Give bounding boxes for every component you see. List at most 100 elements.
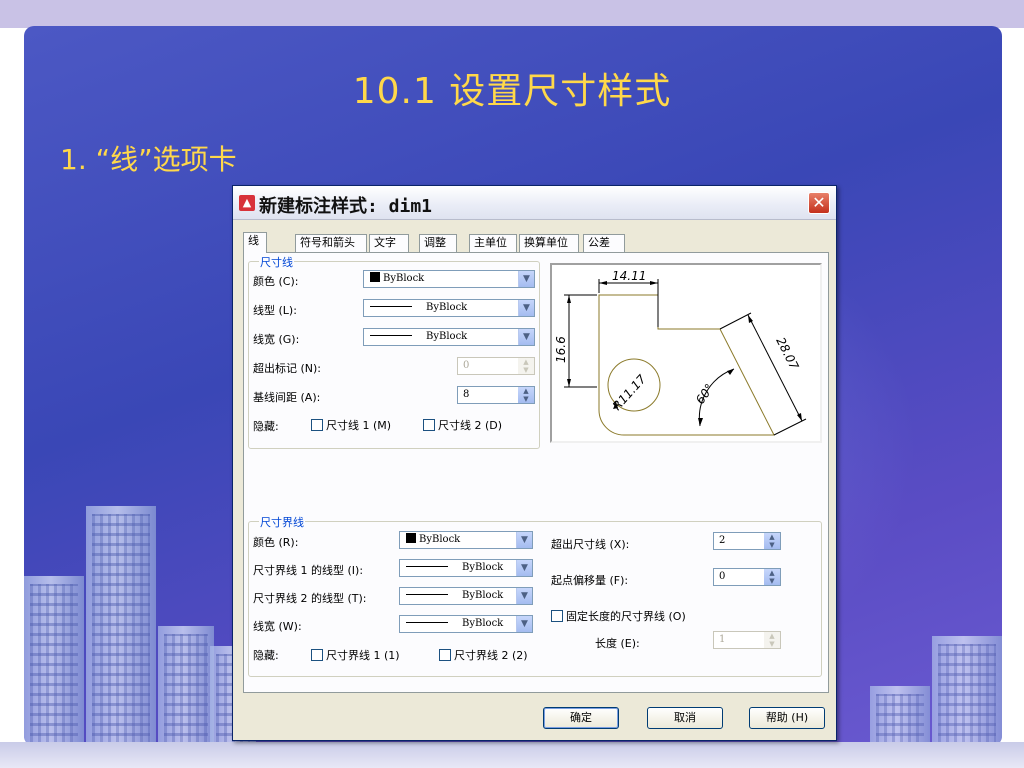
fixed-length-spinner: 1 ▲ ▼: [713, 631, 781, 649]
dim-color-value: ByBlock: [383, 273, 425, 284]
footer-strip: [0, 742, 1024, 768]
line-sample-icon: [406, 594, 448, 595]
fixed-length-checkbox[interactable]: 固定长度的尺寸界线 (O): [551, 608, 686, 624]
preview-dim-angle: 60°: [693, 381, 717, 406]
slide-title: 10.1 设置尺寸样式: [352, 71, 672, 112]
ext-linetype1-value: ByBlock: [462, 562, 504, 573]
ext-lines-group-label: 尺寸界线: [259, 514, 305, 530]
line-sample-icon: [406, 622, 448, 623]
chevron-down-icon[interactable]: ▼: [516, 532, 532, 548]
suppress-dim-line-1-checkbox[interactable]: 尺寸线 1 (M): [311, 417, 391, 433]
extend-ticks-label: 超出标记 (N):: [253, 362, 322, 375]
baseline-spacing-value: 8: [463, 389, 470, 400]
suppress-ext-line-2-label: 尺寸界线 2 (2): [454, 649, 528, 662]
preview-dim-radius: R11.17: [610, 372, 649, 413]
dim-linetype-value: ByBlock: [426, 302, 468, 313]
ext-linetype1-label: 尺寸界线 1 的线型 (I):: [253, 564, 364, 577]
checkbox-icon: [551, 610, 563, 622]
ext-suppress-label: 隐藏:: [253, 649, 279, 662]
preview-outline: [598, 294, 775, 436]
building-decoration: [932, 636, 1002, 746]
baseline-spacing-label: 基线间距 (A):: [253, 391, 321, 404]
fixed-length-value-label: 长度 (E):: [595, 637, 640, 650]
origin-offset-spinner[interactable]: 0 ▲ ▼: [713, 568, 781, 586]
origin-offset-value: 0: [719, 571, 726, 582]
color-swatch-icon: [370, 272, 380, 282]
extend-beyond-spinner[interactable]: 2 ▲ ▼: [713, 532, 781, 550]
fixed-length-label: 固定长度的尺寸界线 (O): [566, 610, 686, 623]
close-button[interactable]: ✕: [808, 192, 830, 214]
dim-linetype-label: 线型 (L):: [253, 304, 297, 317]
checkbox-icon: [439, 649, 451, 661]
slide-subtitle: 1. “线”选项卡: [60, 143, 237, 176]
ok-button[interactable]: 确定: [543, 707, 619, 729]
dim-color-select[interactable]: ByBlock ▼: [363, 270, 535, 288]
ext-lineweight-select[interactable]: ByBlock ▼: [399, 615, 533, 633]
dim-lineweight-value: ByBlock: [426, 331, 468, 342]
new-dimension-style-dialog: ▲ 新建标注样式: dim1 ✕ 线 符号和箭头 文字 调整 主单位 换算单位 …: [232, 185, 837, 741]
ext-linetype1-select[interactable]: ByBlock ▼: [399, 559, 533, 577]
ext-linetype2-value: ByBlock: [462, 590, 504, 601]
suppress-dim-line-2-checkbox[interactable]: 尺寸线 2 (D): [423, 417, 502, 433]
tab-fit[interactable]: 调整: [419, 234, 457, 252]
dim-lineweight-label: 线宽 (G):: [253, 333, 300, 346]
ext-color-select[interactable]: ByBlock ▼: [399, 531, 533, 549]
chevron-down-icon[interactable]: ▼: [516, 560, 532, 576]
tab-symbols-arrows[interactable]: 符号和箭头: [295, 234, 367, 252]
suppress-ext-line-2-checkbox[interactable]: 尺寸界线 2 (2): [439, 647, 528, 663]
color-swatch-icon: [406, 533, 416, 543]
ext-color-value: ByBlock: [419, 534, 461, 545]
checkbox-icon: [311, 649, 323, 661]
extend-ticks-value: 0: [463, 360, 470, 371]
dim-linetype-select[interactable]: ByBlock ▼: [363, 299, 535, 317]
spinner-arrows-icon[interactable]: ▲ ▼: [764, 569, 780, 585]
preview-drawing: 14.11 16.6 28.07 R11.17 60°: [554, 269, 807, 436]
extend-beyond-value: 2: [719, 535, 726, 546]
line-sample-icon: [406, 566, 448, 567]
checkbox-icon: [311, 419, 323, 431]
chevron-down-icon[interactable]: ▼: [518, 300, 534, 316]
chevron-down-icon[interactable]: ▼: [518, 271, 534, 287]
building-decoration: [24, 576, 84, 746]
fixed-length-value: 1: [719, 634, 726, 645]
ext-lineweight-value: ByBlock: [462, 618, 504, 629]
chevron-down-icon[interactable]: ▼: [518, 329, 534, 345]
chevron-down-icon[interactable]: ▼: [516, 588, 532, 604]
tab-lines[interactable]: 线: [243, 232, 267, 253]
cancel-button[interactable]: 取消: [647, 707, 723, 729]
suppress-ext-line-1-checkbox[interactable]: 尺寸界线 1 (1): [311, 647, 400, 663]
dim-lines-group-label: 尺寸线: [259, 254, 294, 270]
extend-beyond-label: 超出尺寸线 (X):: [551, 538, 630, 551]
chevron-down-icon[interactable]: ▼: [516, 616, 532, 632]
spinner-arrows-icon[interactable]: ▲ ▼: [764, 533, 780, 549]
tab-alternate-units[interactable]: 换算单位: [519, 234, 579, 252]
dialog-titlebar[interactable]: ▲ 新建标注样式: dim1 ✕: [233, 186, 836, 220]
spinner-arrows-icon: ▲ ▼: [518, 358, 534, 374]
ext-linetype2-label: 尺寸界线 2 的线型 (T):: [253, 592, 367, 605]
line-sample-icon: [370, 335, 412, 336]
checkbox-icon: [423, 419, 435, 431]
preview-dim-left: 16.6: [554, 336, 568, 363]
dim-lineweight-select[interactable]: ByBlock ▼: [363, 328, 535, 346]
ext-lineweight-label: 线宽 (W):: [253, 620, 302, 633]
extend-ticks-spinner: 0 ▲ ▼: [457, 357, 535, 375]
building-decoration: [86, 506, 156, 746]
suppress-dim-line-2-label: 尺寸线 2 (D): [438, 419, 503, 432]
spinner-arrows-icon[interactable]: ▲ ▼: [518, 387, 534, 403]
tab-tolerances[interactable]: 公差: [583, 234, 625, 252]
tab-text[interactable]: 文字: [369, 234, 409, 252]
lines-tab-panel: 尺寸线 颜色 (C): ByBlock ▼ 线型 (L): ByBlock ▼ …: [243, 252, 829, 693]
baseline-spacing-spinner[interactable]: 8 ▲ ▼: [457, 386, 535, 404]
building-decoration: [870, 686, 930, 746]
preview-dim-right: 28.07: [773, 335, 801, 372]
dim-suppress-label: 隐藏:: [253, 420, 279, 433]
help-button[interactable]: 帮助 (H): [749, 707, 825, 729]
building-decoration: [158, 626, 214, 746]
dim-lines-group: 尺寸线 颜色 (C): ByBlock ▼ 线型 (L): ByBlock ▼ …: [248, 254, 540, 449]
ext-linetype2-select[interactable]: ByBlock ▼: [399, 587, 533, 605]
ext-lines-group: 尺寸界线 颜色 (R): ByBlock ▼ 尺寸界线 1 的线型 (I): B…: [248, 514, 822, 677]
ext-color-label: 颜色 (R):: [253, 536, 299, 549]
dialog-title: 新建标注样式: dim1: [259, 196, 433, 217]
tab-primary-units[interactable]: 主单位: [469, 234, 517, 252]
autocad-app-icon: ▲: [239, 195, 255, 211]
